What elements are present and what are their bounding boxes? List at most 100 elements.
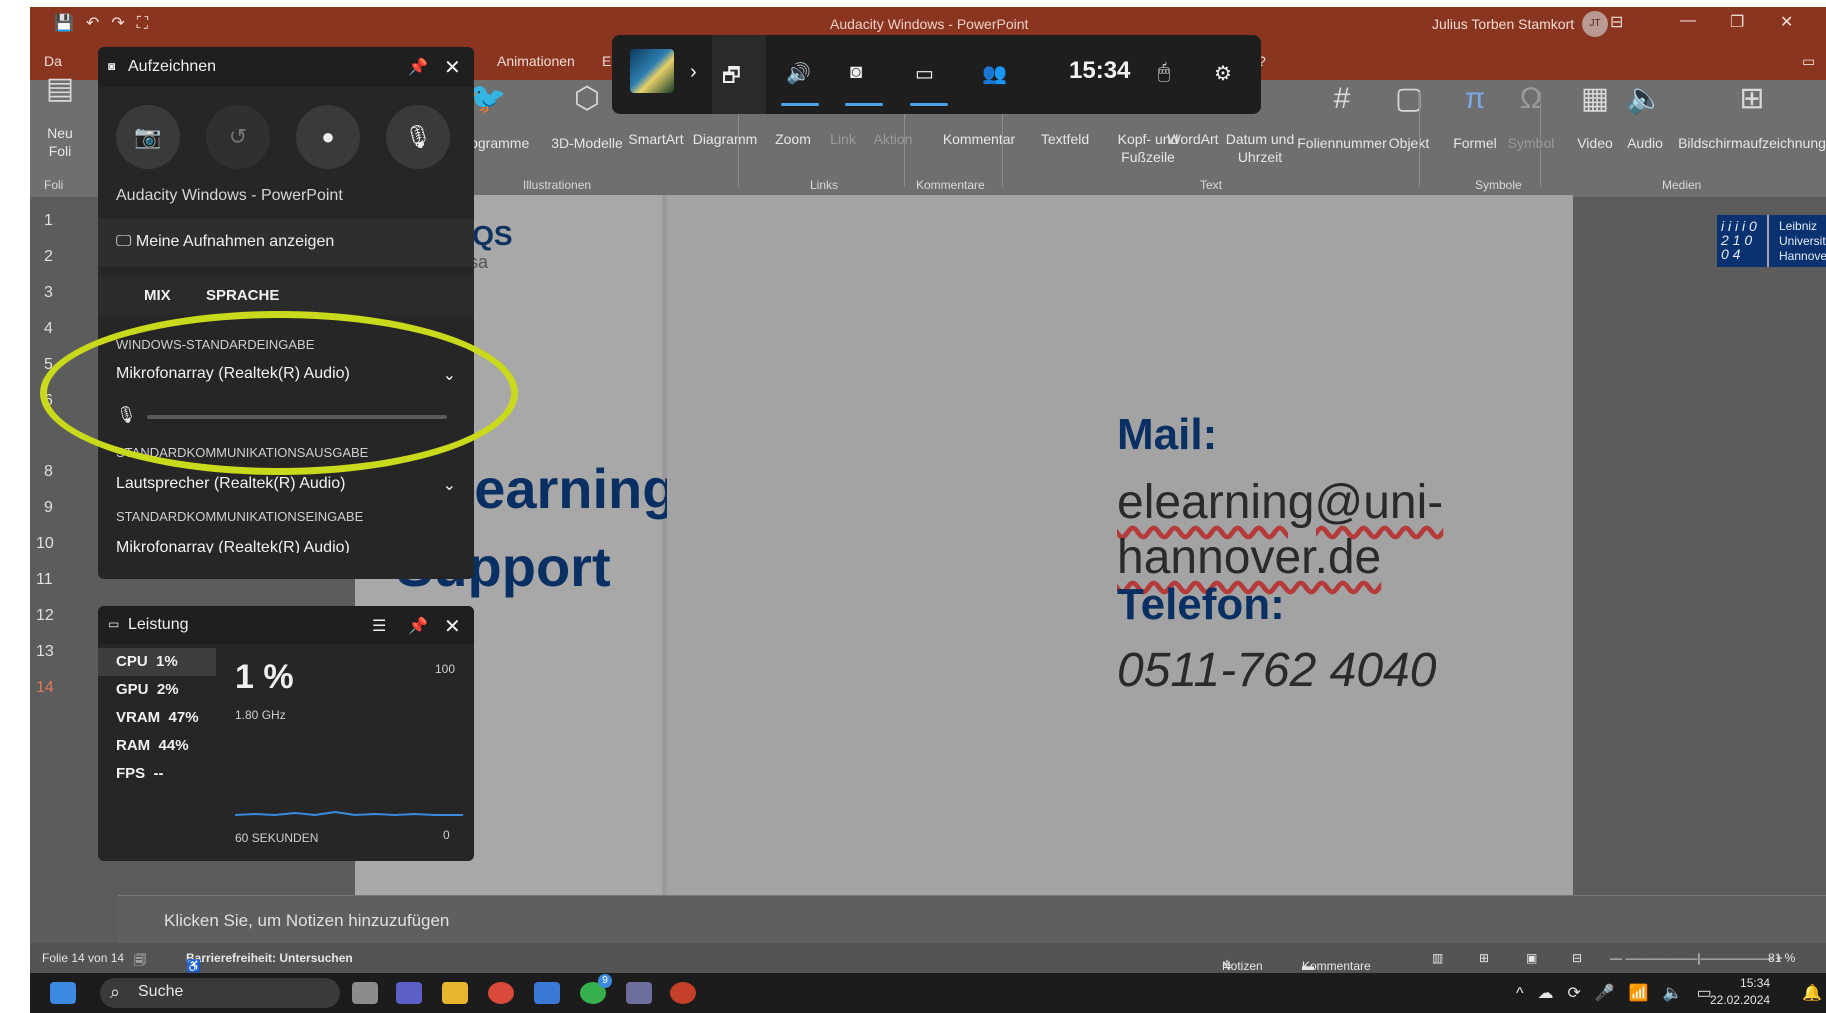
system-tray[interactable]: ^☁⟳🎤📶🔈▭ <box>1516 983 1726 1003</box>
capture-widget-header[interactable]: ◙ Aufzeichnen 📌 ✕ <box>98 47 474 87</box>
tab-voice[interactable]: SPRACHE <box>206 287 279 304</box>
slide-canvas[interactable]: ZQS elsa Learning Support i i i i 0 2 1 … <box>355 195 1826 895</box>
close-icon[interactable]: ✕ <box>444 55 461 80</box>
audio-button[interactable]: 🔈 Audio <box>1622 84 1668 152</box>
chrome-icon[interactable] <box>488 982 514 1004</box>
mail-address[interactable]: elearning@uni-hannover.de <box>1117 475 1573 585</box>
task-view-icon[interactable] <box>352 982 378 1004</box>
wordart-label: WordArt <box>1167 131 1219 147</box>
tab-slideshow[interactable]: E <box>602 53 611 69</box>
normal-view-icon[interactable]: ▥ <box>1432 951 1443 965</box>
thumbnail-number[interactable]: 13 <box>36 643 54 661</box>
game-thumbnail[interactable] <box>630 49 674 93</box>
mouse-icon[interactable]: 🖱 <box>1158 61 1170 84</box>
tab-animations[interactable]: Animationen <box>497 53 575 69</box>
powerpoint-icon[interactable] <box>670 982 696 1004</box>
close-window-button[interactable]: ✕ <box>1780 12 1793 32</box>
snipping-tool-icon[interactable] <box>626 982 652 1004</box>
zoom-button[interactable]: Zoom <box>768 130 818 148</box>
quick-access-toolbar[interactable]: 💾↶↷⛶ <box>54 13 160 33</box>
taskbar-search[interactable]: ⌕ Suche <box>100 978 340 1008</box>
new-slide-button[interactable]: ▤ Neu Foli <box>40 74 80 160</box>
comment-button[interactable]: Kommentar <box>936 130 1022 148</box>
screenshot-button[interactable]: 📷 <box>116 105 180 169</box>
record-last-button[interactable]: ↺ <box>206 105 270 169</box>
thumbnail-number[interactable]: 3 <box>44 284 53 302</box>
thumbnail-number[interactable]: 8 <box>44 463 53 481</box>
performance-widget-icon[interactable]: ▭ <box>915 61 934 86</box>
spellcheck-icon[interactable]: 🗐 <box>134 951 146 972</box>
notification-bell-icon[interactable]: 🔔 <box>1802 983 1822 1003</box>
gallery-icon: 🖵 <box>116 233 136 250</box>
link-button[interactable]: Link <box>823 130 863 148</box>
smartart-button[interactable]: SmartArt <box>621 130 691 148</box>
chevron-right-icon[interactable]: › <box>690 61 697 84</box>
textbox-button[interactable]: Textfeld <box>1035 130 1095 148</box>
thumbnail-number-active[interactable]: 14 <box>36 679 54 697</box>
thumbnail-number[interactable]: 4 <box>44 320 53 338</box>
start-recording-button[interactable]: ● <box>296 105 360 169</box>
store-icon[interactable] <box>534 982 560 1004</box>
slideshow-icon[interactable]: ⊟ <box>1572 951 1582 965</box>
thumbnail-number[interactable]: 10 <box>36 535 54 553</box>
comm-input-device-select[interactable]: Mikrofonarray (Realtek(R) Audio) <box>116 539 456 553</box>
thumbnail-number[interactable]: 2 <box>44 248 53 266</box>
current-slide[interactable]: i i i i 0 2 1 0 0 4 Leibniz Universität … <box>667 195 1826 895</box>
group-symbols: Symbole <box>1475 178 1522 192</box>
thumbnail-number[interactable]: 11 <box>36 571 53 589</box>
slide-sorter-icon[interactable]: ⊞ <box>1479 951 1489 965</box>
metric-vram[interactable]: VRAM 47% <box>98 704 216 732</box>
system-clock[interactable]: 15:34 22.02.2024 <box>1710 975 1770 1009</box>
zoom-level[interactable]: 81 % <box>1768 951 1795 965</box>
metric-cpu[interactable]: CPU 1% <box>98 648 216 676</box>
microphone-toggle-button[interactable]: 🎙 <box>386 105 450 169</box>
minimize-button[interactable]: — <box>1680 12 1696 30</box>
video-button[interactable]: ▦ Video <box>1572 84 1618 152</box>
pin-icon[interactable]: 📌 <box>408 616 428 636</box>
close-icon[interactable]: ✕ <box>444 614 461 639</box>
restore-button[interactable]: ❐ <box>1730 12 1744 32</box>
metric-ram[interactable]: RAM 44% <box>98 732 216 760</box>
whatsapp-icon[interactable]: 9 <box>580 974 612 1004</box>
reading-view-icon[interactable]: ▣ <box>1526 951 1537 965</box>
widget-menu-icon[interactable]: 🗗 <box>722 61 741 95</box>
thumbnail-number[interactable]: 9 <box>44 499 53 517</box>
teams-icon[interactable] <box>396 982 422 1004</box>
settings-gear-icon[interactable]: ⚙ <box>1214 61 1232 86</box>
formula-button[interactable]: π Formel <box>1452 84 1498 152</box>
history-icon: ↺ <box>228 124 248 149</box>
sliders-icon[interactable]: ☰ <box>372 616 386 636</box>
date-time-button[interactable]: Datum und Uhrzeit <box>1220 130 1300 166</box>
screen-recording-button[interactable]: ⊞ Bildschirmaufzeichnung <box>1675 84 1826 152</box>
comment-pane-icon[interactable]: ▭ <box>1802 53 1815 70</box>
tab-start[interactable]: Da <box>44 53 62 69</box>
capture-widget-icon[interactable]: ◙ <box>850 61 862 84</box>
symbol-button[interactable]: Ω Symbol <box>1504 84 1558 152</box>
file-explorer-icon[interactable] <box>442 982 468 1004</box>
windows-start-icon[interactable] <box>50 982 76 1004</box>
action-button[interactable]: Aktion <box>868 130 918 148</box>
object-button[interactable]: ▢ Objekt <box>1384 84 1434 152</box>
accessibility-checker[interactable]: ♿ Barrierefreiheit: Untersuchen <box>186 951 353 973</box>
ribbon-display-icon[interactable]: ⊟ <box>1610 12 1623 32</box>
show-recordings-link[interactable]: 🖵 Meine Aufnahmen anzeigen <box>98 219 474 267</box>
performance-widget-header[interactable]: ▭ Leistung ☰ 📌 ✕ <box>98 606 474 644</box>
wordart-button[interactable]: WordArt <box>1163 130 1223 148</box>
metric-fps[interactable]: FPS -- <box>98 760 216 788</box>
tab-mix[interactable]: MIX <box>144 287 171 304</box>
luh-logo-digits: i i i i 0 2 1 0 0 4 <box>1717 215 1769 267</box>
thumbnail-number[interactable]: 1 <box>44 212 53 230</box>
thumbnail-number[interactable]: 12 <box>36 607 54 625</box>
audio-tabs: MIX SPRACHE <box>98 275 474 315</box>
user-name[interactable]: Julius Torben Stamkort <box>1432 16 1574 32</box>
chart-button[interactable]: Diagramm <box>690 130 760 148</box>
pin-icon[interactable]: 📌 <box>408 57 428 77</box>
avatar[interactable]: JT <box>1582 11 1608 37</box>
zoom-slider[interactable]: — ——————|—————— + <box>1610 951 1783 965</box>
notes-pane[interactable]: Klicken Sie, um Notizen hinzuzufügen <box>118 895 1826 943</box>
metric-gpu[interactable]: GPU 2% <box>98 676 216 704</box>
output-device-select[interactable]: Lautsprecher (Realtek(R) Audio) ⌄ <box>116 475 456 494</box>
audio-widget-icon[interactable]: 🔊 <box>786 61 811 86</box>
xbox-social-icon[interactable]: 👥 <box>982 61 1007 86</box>
slide-number-button[interactable]: # Foliennummer <box>1296 84 1388 152</box>
